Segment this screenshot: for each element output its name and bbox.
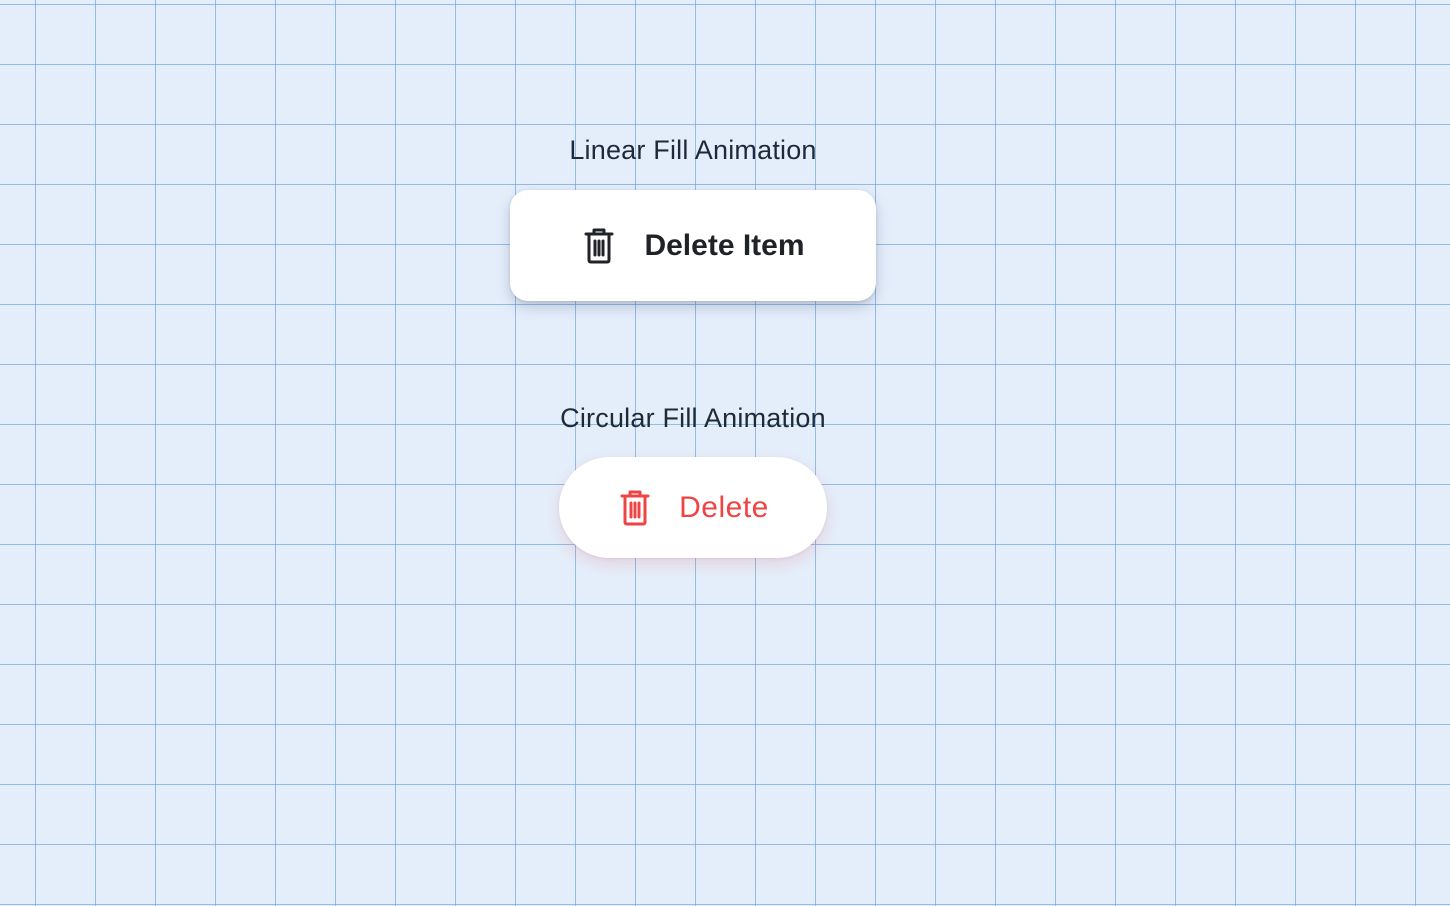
delete-item-button[interactable]: Delete Item bbox=[510, 190, 876, 301]
linear-fill-heading: Linear Fill Animation bbox=[569, 135, 817, 165]
trash-icon bbox=[617, 488, 653, 528]
delete-button[interactable]: Delete bbox=[559, 457, 827, 558]
delete-item-label: Delete Item bbox=[644, 228, 805, 262]
delete-label: Delete bbox=[679, 490, 769, 524]
trash-icon bbox=[581, 226, 617, 266]
circular-fill-heading: Circular Fill Animation bbox=[560, 403, 826, 433]
